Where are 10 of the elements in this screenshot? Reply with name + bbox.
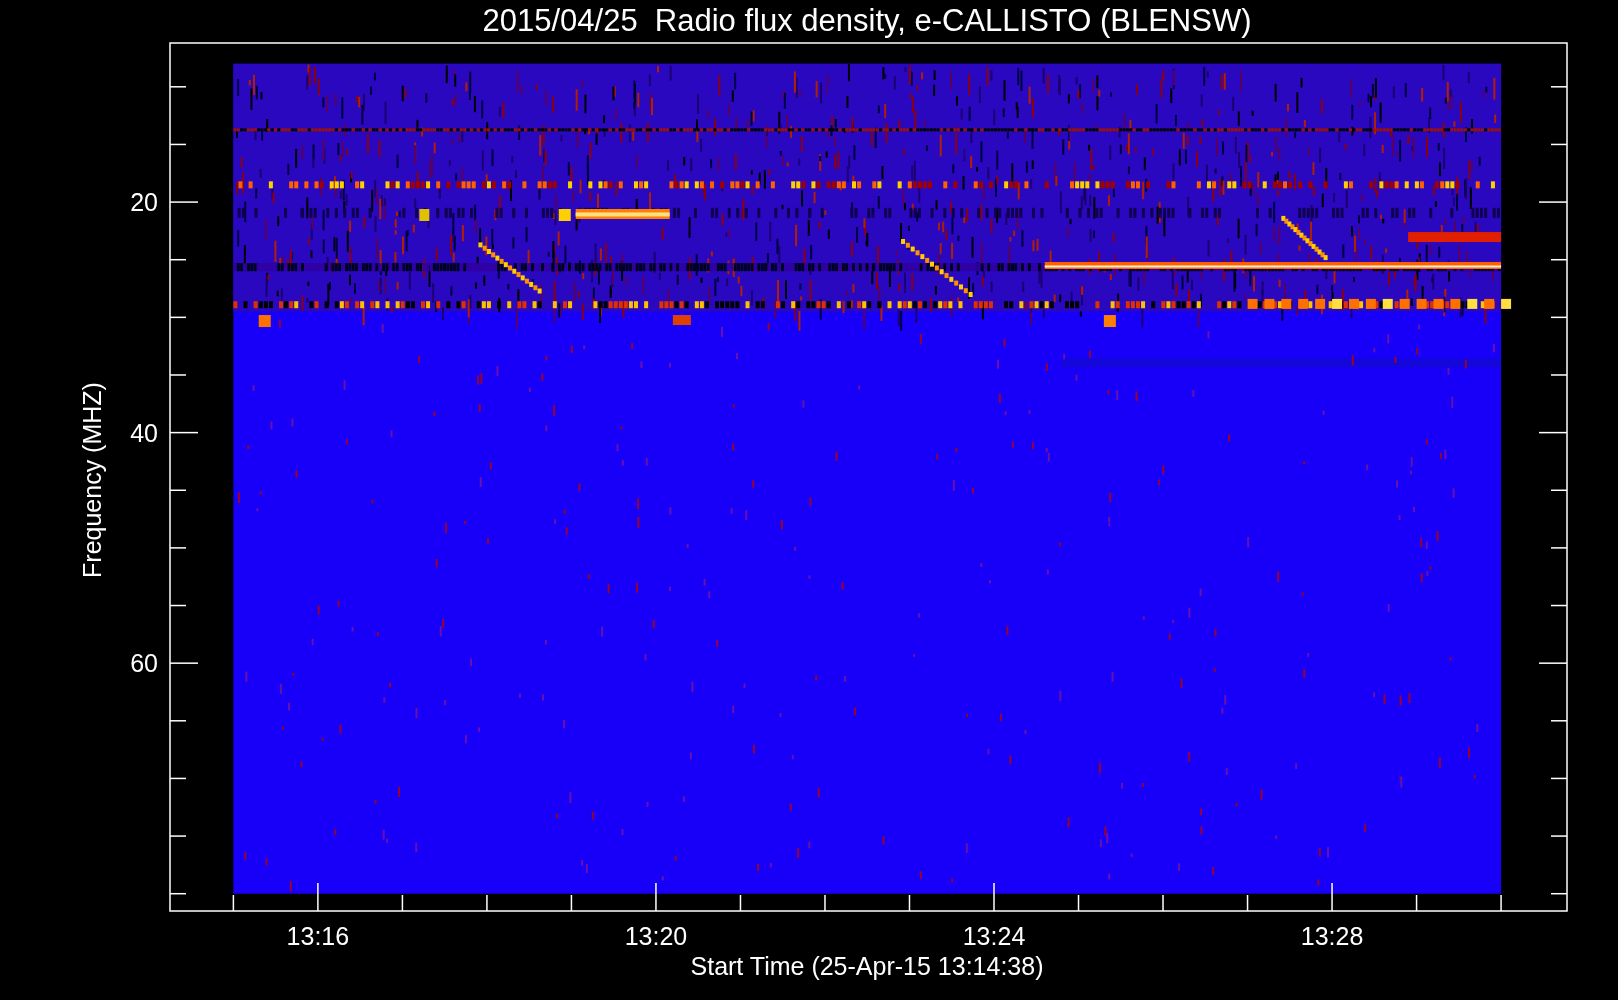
y-tick-label: 40: [130, 418, 158, 447]
x-tick-label: 13:20: [624, 922, 688, 950]
x-tick-label: 13:16: [286, 922, 350, 950]
x-tick-label: 13:24: [962, 922, 1026, 950]
y-axis-label: Frequency (MHZ): [78, 382, 106, 578]
x-tick-label: 13:28: [1300, 922, 1364, 950]
x-axis-label: Start Time (25-Apr-15 13:14:38): [690, 952, 1044, 980]
y-tick-label: 20: [130, 188, 158, 217]
y-tick-label: 60: [130, 649, 158, 678]
chart-title: 2015/04/25 Radio flux density, e-CALLISTO (BLENSW): [482, 3, 1252, 38]
